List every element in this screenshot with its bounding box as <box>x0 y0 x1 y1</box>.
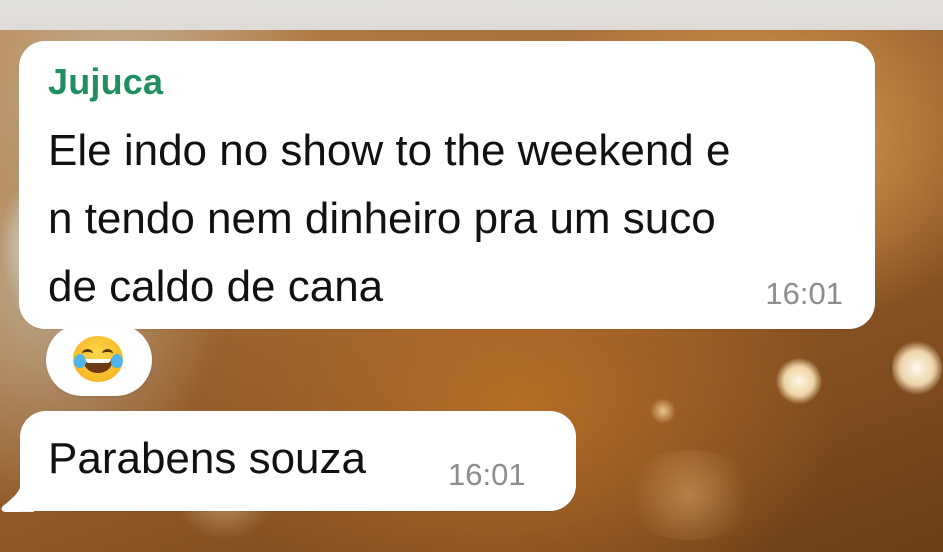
message-text: Ele indo no show to the weekend e n tend… <box>48 117 848 321</box>
sender-name[interactable]: Jujuca <box>48 61 163 103</box>
message-text: Parabens souza <box>48 434 366 483</box>
message-bubble[interactable]: Parabens souza 16:01 <box>20 411 576 511</box>
message-line: n tendo nem dinheiro pra um suco <box>48 194 716 243</box>
message-timestamp: 16:01 <box>765 276 843 311</box>
message-line: de caldo de cana <box>48 262 384 311</box>
bokeh-light <box>892 340 942 396</box>
message-timestamp: 16:01 <box>448 457 526 492</box>
message-line: Ele indo no show to the weekend e <box>48 126 731 175</box>
reaction-badge[interactable] <box>46 324 152 396</box>
bokeh-light <box>620 450 760 540</box>
face-with-tears-of-joy-icon <box>73 336 123 382</box>
top-bar-background <box>0 0 943 30</box>
bokeh-light <box>650 398 676 424</box>
message-bubble[interactable]: Jujuca Ele indo no show to the weekend e… <box>19 41 875 329</box>
bokeh-light <box>776 358 822 404</box>
